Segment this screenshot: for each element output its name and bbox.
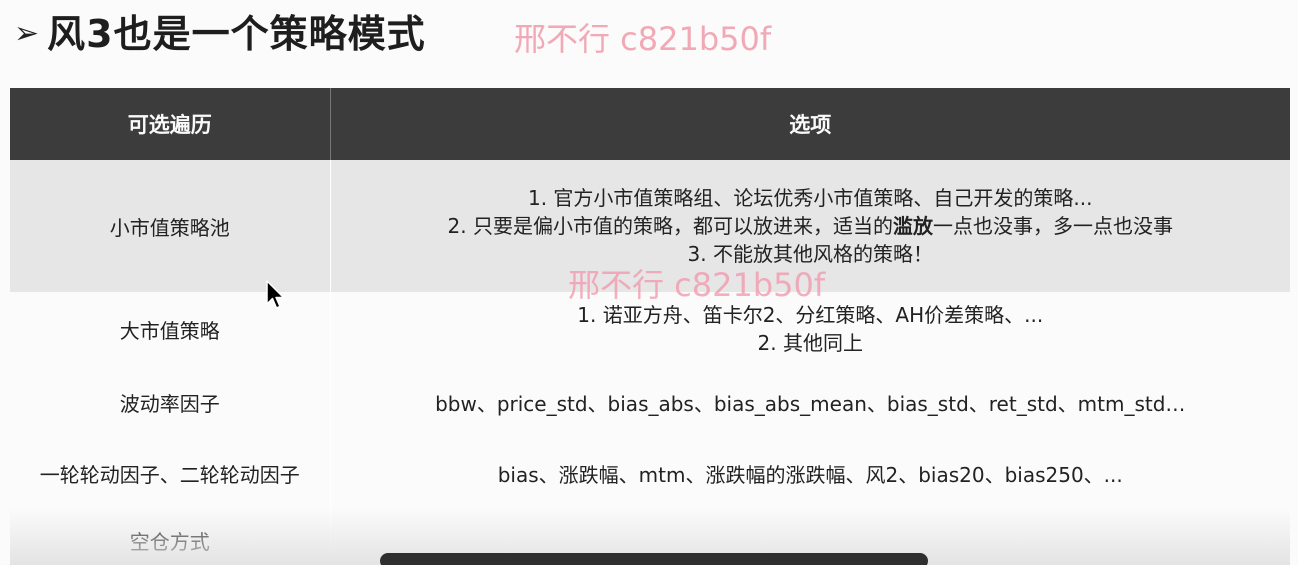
table-row: 波动率因子 bbw、price_std、bias_abs、bias_abs_me…	[10, 366, 1290, 438]
row-options-large-cap: 1. 诺亚方舟、笛卡尔2、分红策略、AH价差策略、... 2. 其他同上	[330, 292, 1290, 366]
row-options-small-cap-pool: 1. 官方小市值策略组、论坛优秀小市值策略、自己开发的策略... 2. 只要是偏…	[330, 160, 1290, 292]
header-options: 选项	[330, 88, 1290, 160]
table-row: 大市值策略 1. 诺亚方舟、笛卡尔2、分红策略、AH价差策略、... 2. 其他…	[10, 292, 1290, 366]
option-line: 2. 其他同上	[757, 331, 863, 355]
header-optional-traverse: 可选遍历	[10, 88, 331, 160]
video-control-bar[interactable]	[380, 553, 928, 565]
option-line: 3. 不能放其他风格的策略！	[687, 242, 933, 266]
mouse-cursor-icon	[266, 280, 285, 309]
slide-title-row: ➢ 风3也是一个策略模式	[14, 4, 426, 64]
table-header-row: 可选遍历 选项	[10, 88, 1290, 160]
row-options-volatility-factor: bbw、price_std、bias_abs、bias_abs_mean、bia…	[435, 391, 1186, 416]
table-row: 一轮轮动因子、二轮轮动因子 bias、涨跌幅、mtm、涨跌幅的涨跌幅、风2、bi…	[10, 438, 1290, 508]
row-name-volatility-factor: 波动率因子	[10, 366, 331, 438]
row-name-empty-position: 空仓方式	[10, 508, 331, 565]
option-line: 2. 只要是偏小市值的策略，都可以放进来，适当的滥放一点也没事，多一点也没事	[337, 212, 1285, 240]
watermark-top: 邢不行 c821b50f	[514, 20, 772, 58]
option-line-bold-text: 滥放	[892, 214, 933, 238]
arrow-bullet-icon: ➢	[14, 16, 40, 51]
options-table: 可选遍历 选项 小市值策略池 1. 官方小市值策略组、论坛优秀小市值策略、自己开…	[10, 88, 1290, 565]
slide: ➢ 风3也是一个策略模式 邢不行 c821b50f 可选遍历 选项 小市值策略池…	[0, 0, 1298, 565]
option-line: 1. 诺亚方舟、笛卡尔2、分红策略、AH价差策略、...	[577, 303, 1044, 327]
option-line-text: 一点也没事，多一点也没事	[932, 214, 1173, 238]
row-options-rotation-factor: bias、涨跌幅、mtm、涨跌幅的涨跌幅、风2、bias20、bias250、.…	[497, 462, 1123, 487]
row-name-rotation-factor: 一轮轮动因子、二轮轮动因子	[10, 438, 331, 508]
option-line-text: 2. 只要是偏小市值的策略，都可以放进来，适当的	[447, 214, 893, 238]
slide-title: 风3也是一个策略模式	[47, 12, 426, 56]
option-line: 1. 官方小市值策略组、论坛优秀小市值策略、自己开发的策略...	[527, 186, 1093, 210]
row-name-small-cap-pool: 小市值策略池	[10, 160, 331, 292]
table-row: 小市值策略池 1. 官方小市值策略组、论坛优秀小市值策略、自己开发的策略... …	[10, 160, 1290, 292]
